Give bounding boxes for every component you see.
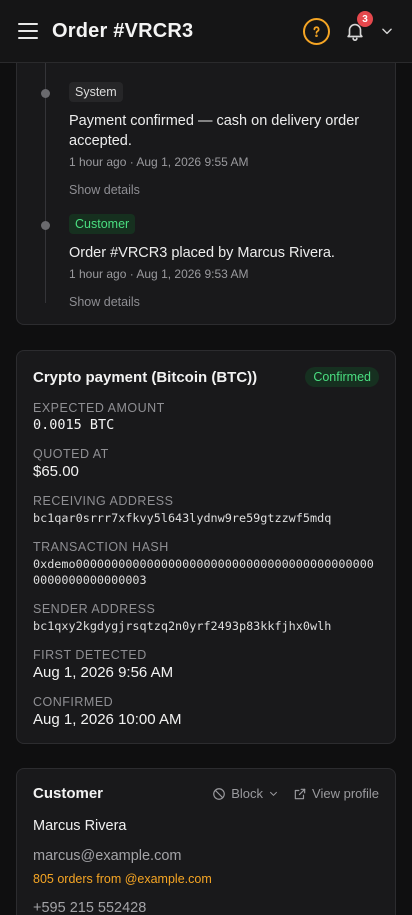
customer-orders-link[interactable]: 805 orders from @example.com (33, 872, 379, 886)
field-label: SENDER ADDRESS (33, 602, 156, 616)
event-title: Payment confirmed — cash on delivery ord… (69, 113, 360, 149)
expected-amount-value: 0.0015 BTC (33, 417, 115, 433)
confirmed-value: Aug 1, 2026 10:00 AM (33, 711, 182, 728)
event-title: Order #VRCR3 placed by Marcus Rivera. (69, 245, 335, 261)
show-details-link[interactable]: Show details (69, 295, 381, 309)
sender-address-value[interactable]: bc1qxy2kgdygjrsqtzq2n0yrf2493p83kkfjhx0w… (33, 618, 379, 634)
help-icon[interactable] (303, 17, 330, 45)
block-label: Block (231, 786, 264, 801)
quoted-at-field: QUOTED AT $65.00 (33, 447, 379, 480)
show-details-link[interactable]: Show details (69, 183, 381, 197)
event-timestamp: 1 hour ago · Aug 1, 2026 9:55 AM (69, 155, 249, 169)
event-timestamp: 1 hour ago · Aug 1, 2026 9:53 AM (69, 267, 249, 281)
timeline-item: System Payment confirmed — cash on deliv… (69, 82, 381, 197)
chevron-down-icon (269, 791, 278, 797)
expected-amount-field: EXPECTED AMOUNT 0.0015 BTC (33, 401, 379, 433)
customer-name: Marcus Rivera (33, 818, 127, 834)
actor-tag: Customer (69, 214, 136, 234)
timeline-line (45, 63, 46, 303)
block-button[interactable]: Block (212, 786, 279, 801)
customer-card: Customer Block View profile Marcus River… (16, 768, 396, 915)
transaction-hash-field: TRANSACTION HASH 0xdemo00000000000000000… (33, 540, 379, 588)
app-header: Order #VRCR3 3 (0, 0, 412, 63)
customer-email[interactable]: marcus@example.com (33, 848, 379, 864)
customer-phone[interactable]: +595 215 552428 (33, 900, 379, 915)
timeline-dot (41, 221, 50, 230)
block-icon (213, 787, 226, 800)
view-profile-label: View profile (312, 786, 379, 801)
menu-icon[interactable] (18, 23, 38, 39)
quoted-at-value: $65.00 (33, 463, 79, 480)
receiving-address-value[interactable]: bc1qar0srrr7xfkvy5l643lydnw9re59gtzzwf5m… (33, 510, 379, 526)
field-label: TRANSACTION HASH (33, 540, 169, 554)
page-title: Order #VRCR3 (52, 19, 194, 42)
first-detected-value: Aug 1, 2026 9:56 AM (33, 664, 174, 681)
notification-badge: 3 (357, 11, 373, 27)
confirmed-field: CONFIRMED Aug 1, 2026 10:00 AM (33, 695, 379, 728)
field-label: FIRST DETECTED (33, 648, 147, 662)
field-label: EXPECTED AMOUNT (33, 401, 165, 415)
actor-tag: System (69, 82, 123, 102)
crypto-payment-card: Crypto payment (Bitcoin (BTC)) Confirmed… (16, 350, 396, 744)
timeline-dot (41, 89, 50, 98)
field-label: RECEIVING ADDRESS (33, 494, 174, 508)
status-badge: Confirmed (305, 367, 379, 387)
card-title: Crypto payment (Bitcoin (BTC)) (33, 368, 258, 386)
first-detected-field: FIRST DETECTED Aug 1, 2026 9:56 AM (33, 648, 379, 681)
notifications-button[interactable]: 3 (344, 11, 373, 42)
sender-address-field: SENDER ADDRESS bc1qxy2kgdygjrsqtzq2n0yrf… (33, 602, 379, 634)
activity-timeline: System Payment confirmed — cash on deliv… (16, 40, 396, 325)
view-profile-link[interactable]: View profile (293, 786, 379, 801)
field-label: QUOTED AT (33, 447, 109, 461)
card-title: Customer (33, 785, 104, 802)
field-label: CONFIRMED (33, 695, 114, 709)
external-link-icon (294, 788, 306, 799)
chevron-down-icon[interactable] (380, 24, 394, 38)
transaction-hash-value[interactable]: 0xdemo0000000000000000000000000000000000… (33, 556, 379, 588)
timeline-item: Customer Order #VRCR3 placed by Marcus R… (69, 214, 381, 309)
receiving-address-field: RECEIVING ADDRESS bc1qar0srrr7xfkvy5l643… (33, 494, 379, 526)
